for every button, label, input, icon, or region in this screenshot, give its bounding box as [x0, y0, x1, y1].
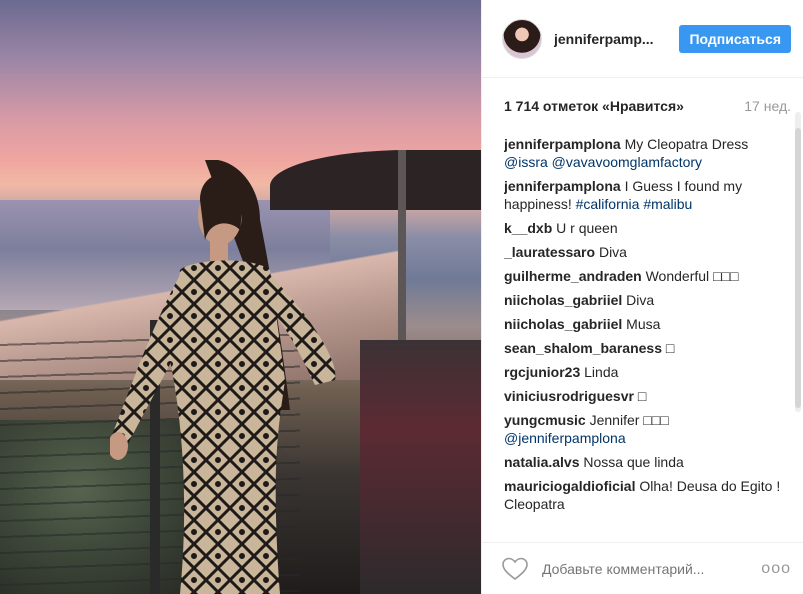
comment-username[interactable]: mauriciogaldioficial	[504, 478, 635, 494]
comment-username[interactable]: guilherme_andraden	[504, 268, 642, 284]
comment-footer: ooo	[482, 542, 803, 594]
comment-text: Diva	[626, 292, 655, 308]
author-username[interactable]: jenniferpamp...	[554, 31, 679, 47]
comment-item: viniciusrodriguesvr □	[504, 387, 789, 405]
comment-input[interactable]	[542, 560, 762, 577]
comment-username[interactable]: rgcjunior23	[504, 364, 580, 380]
comment-item: mauriciogaldioficial Olha! Deusa do Egit…	[504, 477, 789, 513]
comment-item: niicholas_gabriiel Diva	[504, 291, 789, 309]
comment-item: yungcmusic Jennifer □□□ @jenniferpamplon…	[504, 411, 789, 447]
comment-text: Musa	[626, 316, 661, 332]
comment-text: Diva	[598, 244, 627, 260]
comment-username[interactable]: jenniferpamplona	[504, 136, 621, 152]
comment-username[interactable]: natalia.alvs	[504, 454, 580, 470]
comment-item: sean_shalom_baraness □	[504, 339, 789, 357]
comment-username[interactable]: niicholas_gabriiel	[504, 316, 622, 332]
comment-text: Linda	[584, 364, 619, 380]
comment-text: □	[637, 388, 647, 404]
comment-text: □	[665, 340, 675, 356]
comment-text: Jennifer □□□	[589, 412, 669, 428]
comment-item: guilherme_andraden Wonderful □□□	[504, 267, 789, 285]
comments-scrollbar-thumb[interactable]	[795, 128, 801, 408]
post-sidebar: jenniferpamp... Подписаться 1 714 отмето…	[481, 0, 803, 594]
comment-text: Wonderful □□□	[645, 268, 739, 284]
comment-text: U r queen	[556, 220, 618, 236]
comment-tags[interactable]: @issra @vavavoomglamfactory	[504, 154, 702, 170]
comments-list: jenniferpamplona My Cleopatra Dress @iss…	[504, 135, 789, 535]
comment-username[interactable]: _lauratessaro	[504, 244, 595, 260]
avatar[interactable]	[502, 18, 542, 59]
comment-item: jenniferpamplona My Cleopatra Dress @iss…	[504, 135, 789, 171]
photo-person	[110, 160, 336, 594]
more-options-icon[interactable]: ooo	[761, 560, 791, 578]
post-time[interactable]: 17 нед.	[744, 98, 791, 114]
post-header: jenniferpamp... Подписаться	[482, 0, 803, 78]
comment-username[interactable]: jenniferpamplona	[504, 178, 621, 194]
comment-tags[interactable]: #california #malibu	[576, 196, 693, 212]
comment-username[interactable]: yungcmusic	[504, 412, 586, 428]
comment-item: k__dxb U r queen	[504, 219, 789, 237]
comment-item: rgcjunior23 Linda	[504, 363, 789, 381]
photo-crowd	[360, 340, 481, 594]
comment-item: _lauratessaro Diva	[504, 243, 789, 261]
likes-count[interactable]: 1 714 отметок «Нравится»	[504, 98, 684, 114]
follow-button[interactable]: Подписаться	[679, 24, 791, 53]
likes-row: 1 714 отметок «Нравится» 17 нед.	[482, 78, 803, 134]
comment-username[interactable]: k__dxb	[504, 220, 552, 236]
comment-username[interactable]: niicholas_gabriiel	[504, 292, 622, 308]
comment-username[interactable]: sean_shalom_baraness	[504, 340, 662, 356]
heart-icon[interactable]	[502, 557, 528, 581]
post-photo[interactable]	[0, 0, 481, 594]
comment-text: My Cleopatra Dress	[624, 136, 749, 152]
comment-text: Nossa que linda	[583, 454, 684, 470]
comment-tags[interactable]: @jenniferpamplona	[504, 430, 626, 446]
comment-item: natalia.alvs Nossa que linda	[504, 453, 789, 471]
comment-username[interactable]: viniciusrodriguesvr	[504, 388, 634, 404]
comment-item: jenniferpamplona I Guess I found my happ…	[504, 177, 789, 213]
comment-item: niicholas_gabriiel Musa	[504, 315, 789, 333]
